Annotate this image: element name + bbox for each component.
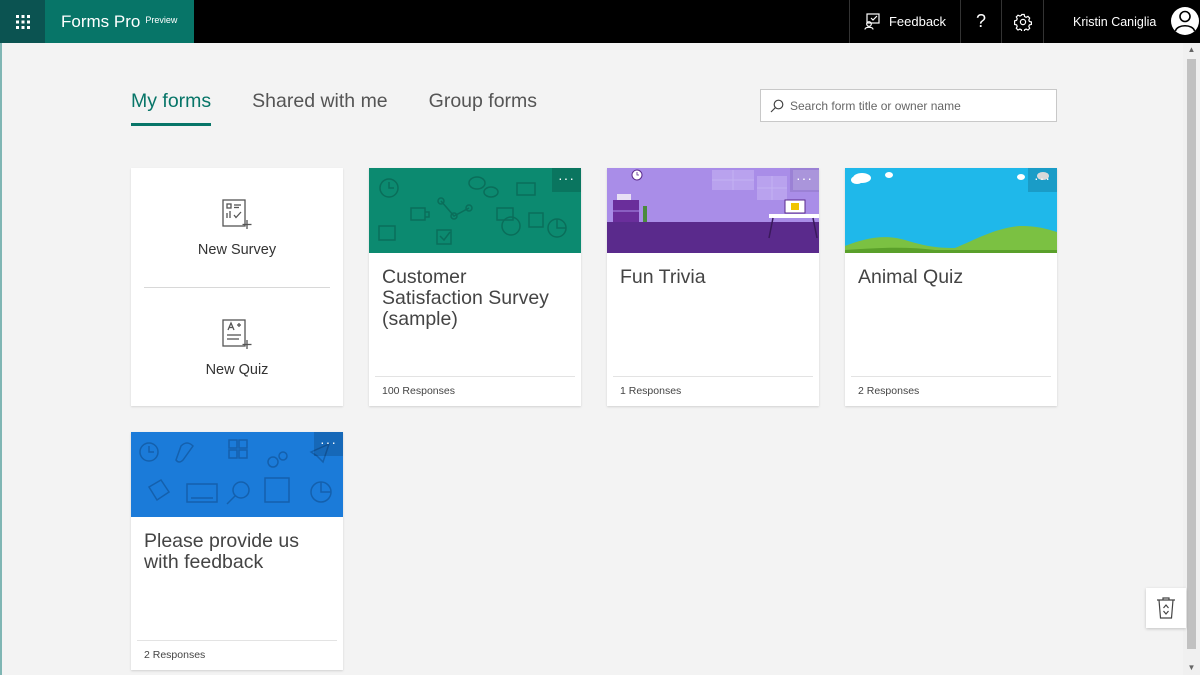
form-responses: 2 Responses [851, 376, 1051, 406]
user-name: Kristin Caniglia [1073, 14, 1157, 29]
feedback-button[interactable]: Feedback [849, 0, 960, 43]
app-tag: Preview [145, 14, 178, 25]
more-options-button[interactable]: ··· [552, 168, 581, 192]
help-button[interactable]: ? [960, 0, 1001, 43]
app-brand[interactable]: Forms Pro Preview [45, 0, 194, 43]
scroll-up-icon[interactable]: ▲ [1183, 43, 1200, 57]
form-title: Fun Trivia [620, 266, 706, 288]
feedback-label: Feedback [888, 14, 947, 29]
form-card[interactable]: ··· Animal Quiz 2 Responses [845, 168, 1057, 406]
banner-pattern-icon [369, 168, 581, 253]
form-title: Animal Quiz [858, 266, 964, 288]
tab-my-forms[interactable]: My forms [131, 90, 212, 126]
form-responses: 1 Responses [613, 376, 813, 406]
banner-pattern-icon [131, 432, 343, 517]
scroll-down-icon[interactable]: ▼ [1183, 661, 1200, 675]
settings-button[interactable] [1001, 0, 1043, 43]
search-input[interactable] [790, 98, 1050, 113]
more-options-button[interactable]: ··· [790, 168, 819, 192]
gear-icon [1013, 13, 1032, 31]
top-bar: Forms Pro Preview Feedback ? Kristin Can… [0, 0, 1200, 43]
form-banner-green: ··· [369, 168, 581, 253]
left-edge [0, 43, 2, 675]
more-options-button[interactable]: ··· [1028, 168, 1057, 192]
banner-room-icon [607, 168, 819, 253]
search-box[interactable] [760, 89, 1057, 122]
banner-landscape-icon [845, 168, 1057, 253]
tab-group-forms[interactable]: Group forms [429, 90, 537, 126]
new-form-tile: New Survey New Quiz [131, 168, 343, 406]
help-icon: ? [975, 11, 986, 31]
user-menu[interactable]: Kristin Caniglia [1043, 0, 1200, 43]
more-options-button[interactable]: ··· [314, 432, 343, 456]
app-launcher-button[interactable] [0, 0, 45, 43]
app-name: Forms Pro [61, 11, 141, 31]
form-responses: 100 Responses [375, 376, 575, 406]
form-banner-purple: ··· [607, 168, 819, 253]
tab-shared-with-me[interactable]: Shared with me [252, 90, 387, 126]
new-survey-icon [222, 198, 252, 229]
form-card[interactable]: ··· Please provide us with feedback 2 Re… [131, 432, 343, 670]
new-quiz-label: New Quiz [205, 361, 269, 378]
scroll-thumb[interactable] [1187, 59, 1196, 649]
form-card[interactable]: ··· Fun Trivia 1 Responses [607, 168, 819, 406]
form-card[interactable]: ··· Customer Satisfaction Survey (sample… [369, 168, 581, 406]
form-banner-sky: ··· [845, 168, 1057, 253]
new-survey-label: New Survey [197, 241, 277, 258]
form-responses: 2 Responses [137, 640, 337, 670]
feedback-icon [864, 13, 880, 30]
form-title: Customer Satisfaction Survey (sample) [382, 266, 549, 330]
new-quiz-icon [222, 318, 252, 349]
search-icon [770, 99, 784, 112]
recycle-bin-icon [1157, 597, 1175, 619]
forms-tabs: My forms Shared with me Group forms [131, 90, 578, 126]
new-quiz-button[interactable]: New Quiz [131, 288, 343, 407]
new-survey-button[interactable]: New Survey [131, 168, 343, 287]
vertical-scrollbar[interactable]: ▲ ▼ [1183, 43, 1200, 675]
form-title: Please provide us with feedback [144, 530, 300, 573]
waffle-icon [15, 14, 30, 29]
avatar-icon [1171, 7, 1199, 35]
recycle-bin-button[interactable] [1146, 588, 1186, 628]
form-banner-blue: ··· [131, 432, 343, 517]
